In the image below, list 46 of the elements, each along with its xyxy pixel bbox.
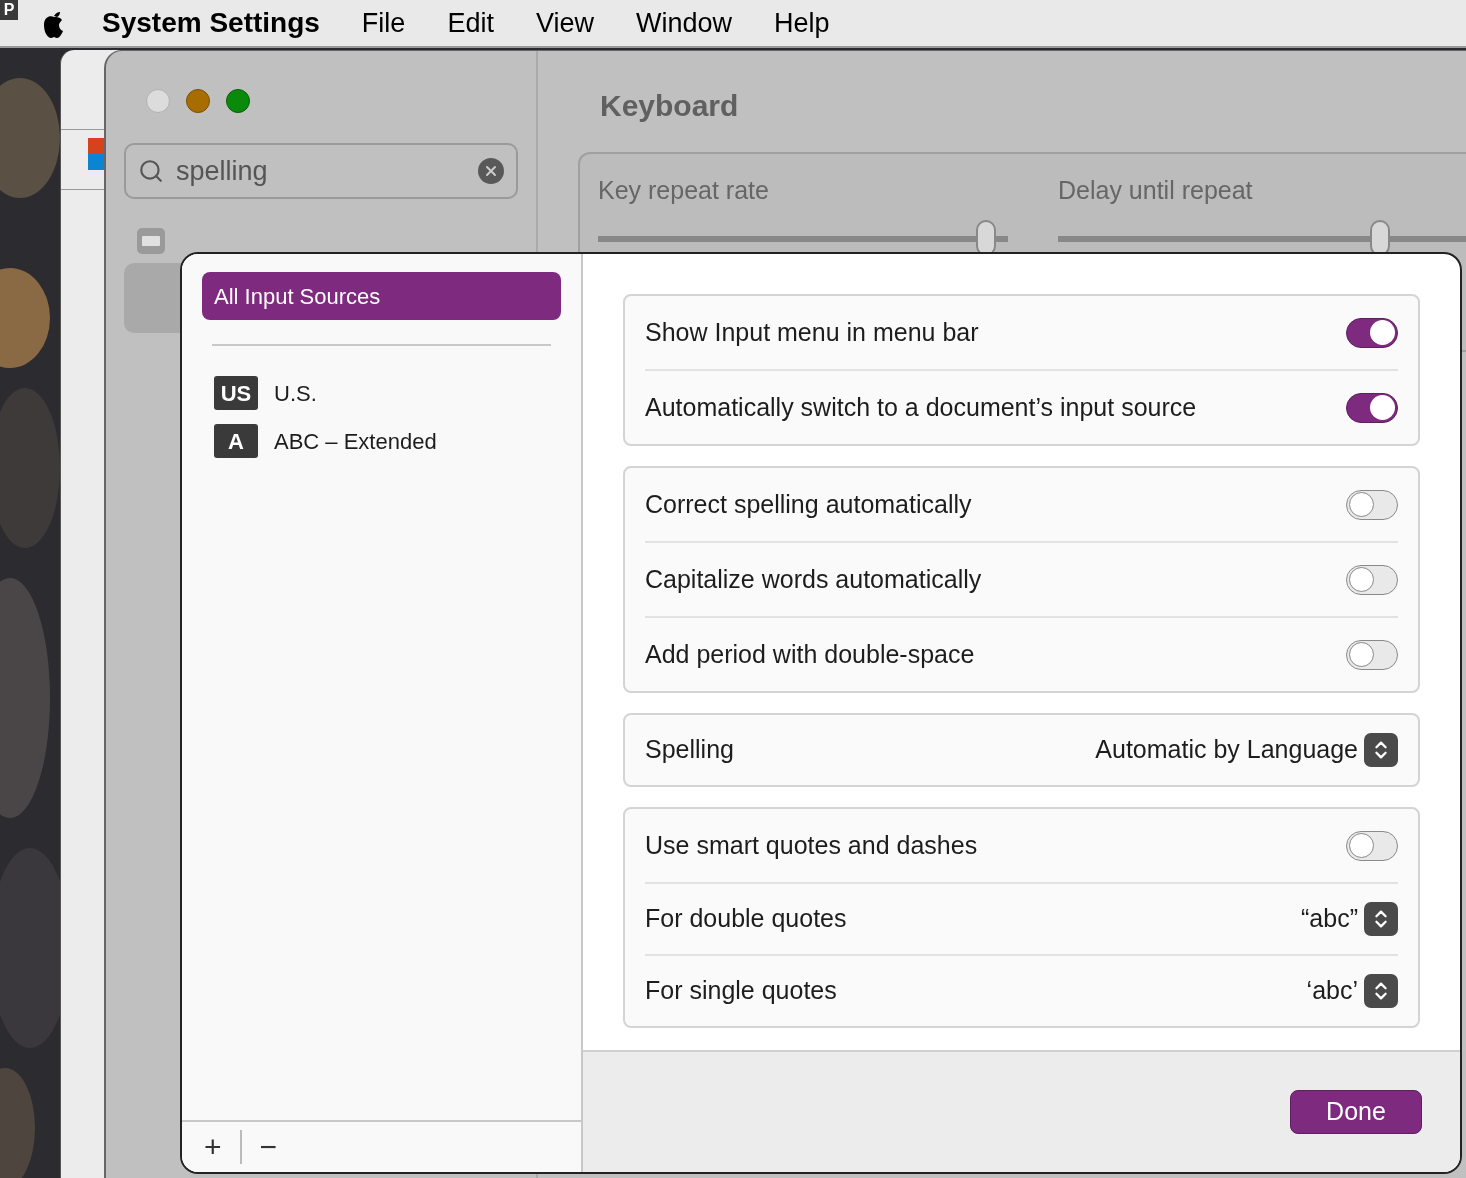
app-icon <box>88 138 104 170</box>
setting-label: For double quotes <box>645 903 847 935</box>
input-source-item[interactable]: US U.S. <box>214 376 549 410</box>
stepper-icon <box>1364 974 1398 1008</box>
popup-button[interactable]: ‘abc’ <box>1306 972 1398 1010</box>
input-source-item[interactable]: A ABC – Extended <box>214 424 549 458</box>
setting-label: Use smart quotes and dashes <box>645 829 978 861</box>
clear-icon[interactable] <box>478 158 504 184</box>
menu-item[interactable]: Edit <box>447 2 494 44</box>
app-menu[interactable]: System Settings <box>102 2 320 44</box>
toggle-switch[interactable] <box>1346 639 1398 670</box>
slider-label: Key repeat rate <box>598 175 770 206</box>
setting-label: Capitalize words automatically <box>645 563 982 595</box>
add-button[interactable]: + <box>202 1132 224 1162</box>
popup-button[interactable]: Automatic by Language <box>1095 731 1398 769</box>
toggle-switch[interactable] <box>1346 489 1398 520</box>
remove-button[interactable]: − <box>257 1132 280 1162</box>
toggle-switch[interactable] <box>1346 564 1398 595</box>
search-icon <box>138 158 164 184</box>
setting-label: Automatically switch to a document’s input source <box>645 391 1197 423</box>
done-button[interactable]: Done <box>1290 1090 1422 1134</box>
menu-item[interactable]: Help <box>774 2 830 44</box>
zoom-button[interactable] <box>226 89 250 113</box>
minimize-button[interactable] <box>186 89 210 113</box>
setting-label: Correct spelling automatically <box>645 488 972 520</box>
source-badge: US <box>214 376 258 410</box>
setting-label: For single quotes <box>645 975 837 1007</box>
menu-item[interactable]: View <box>535 2 594 44</box>
pane-title: Keyboard <box>600 88 740 124</box>
search-field[interactable]: spelling <box>124 143 518 199</box>
keyboard-icon <box>136 227 166 255</box>
menu-item[interactable]: Window <box>635 2 732 44</box>
app-badge: P <box>0 0 18 20</box>
setting-label: Show Input menu in menu bar <box>645 316 979 348</box>
slider-label: Delay until repeat <box>1058 175 1254 206</box>
stepper-icon <box>1364 733 1398 767</box>
stepper-icon <box>1364 902 1398 936</box>
toggle-switch[interactable] <box>1346 392 1398 423</box>
source-list-item[interactable]: All Input Sources <box>202 272 561 320</box>
popup-button[interactable]: “abc” <box>1301 900 1398 938</box>
source-badge: A <box>214 424 258 458</box>
setting-label: Add period with double-space <box>645 638 975 670</box>
toggle-switch[interactable] <box>1346 317 1398 348</box>
setting-label: Spelling <box>645 734 734 766</box>
toggle-switch[interactable] <box>1346 830 1398 861</box>
menu-item[interactable]: File <box>361 2 406 44</box>
